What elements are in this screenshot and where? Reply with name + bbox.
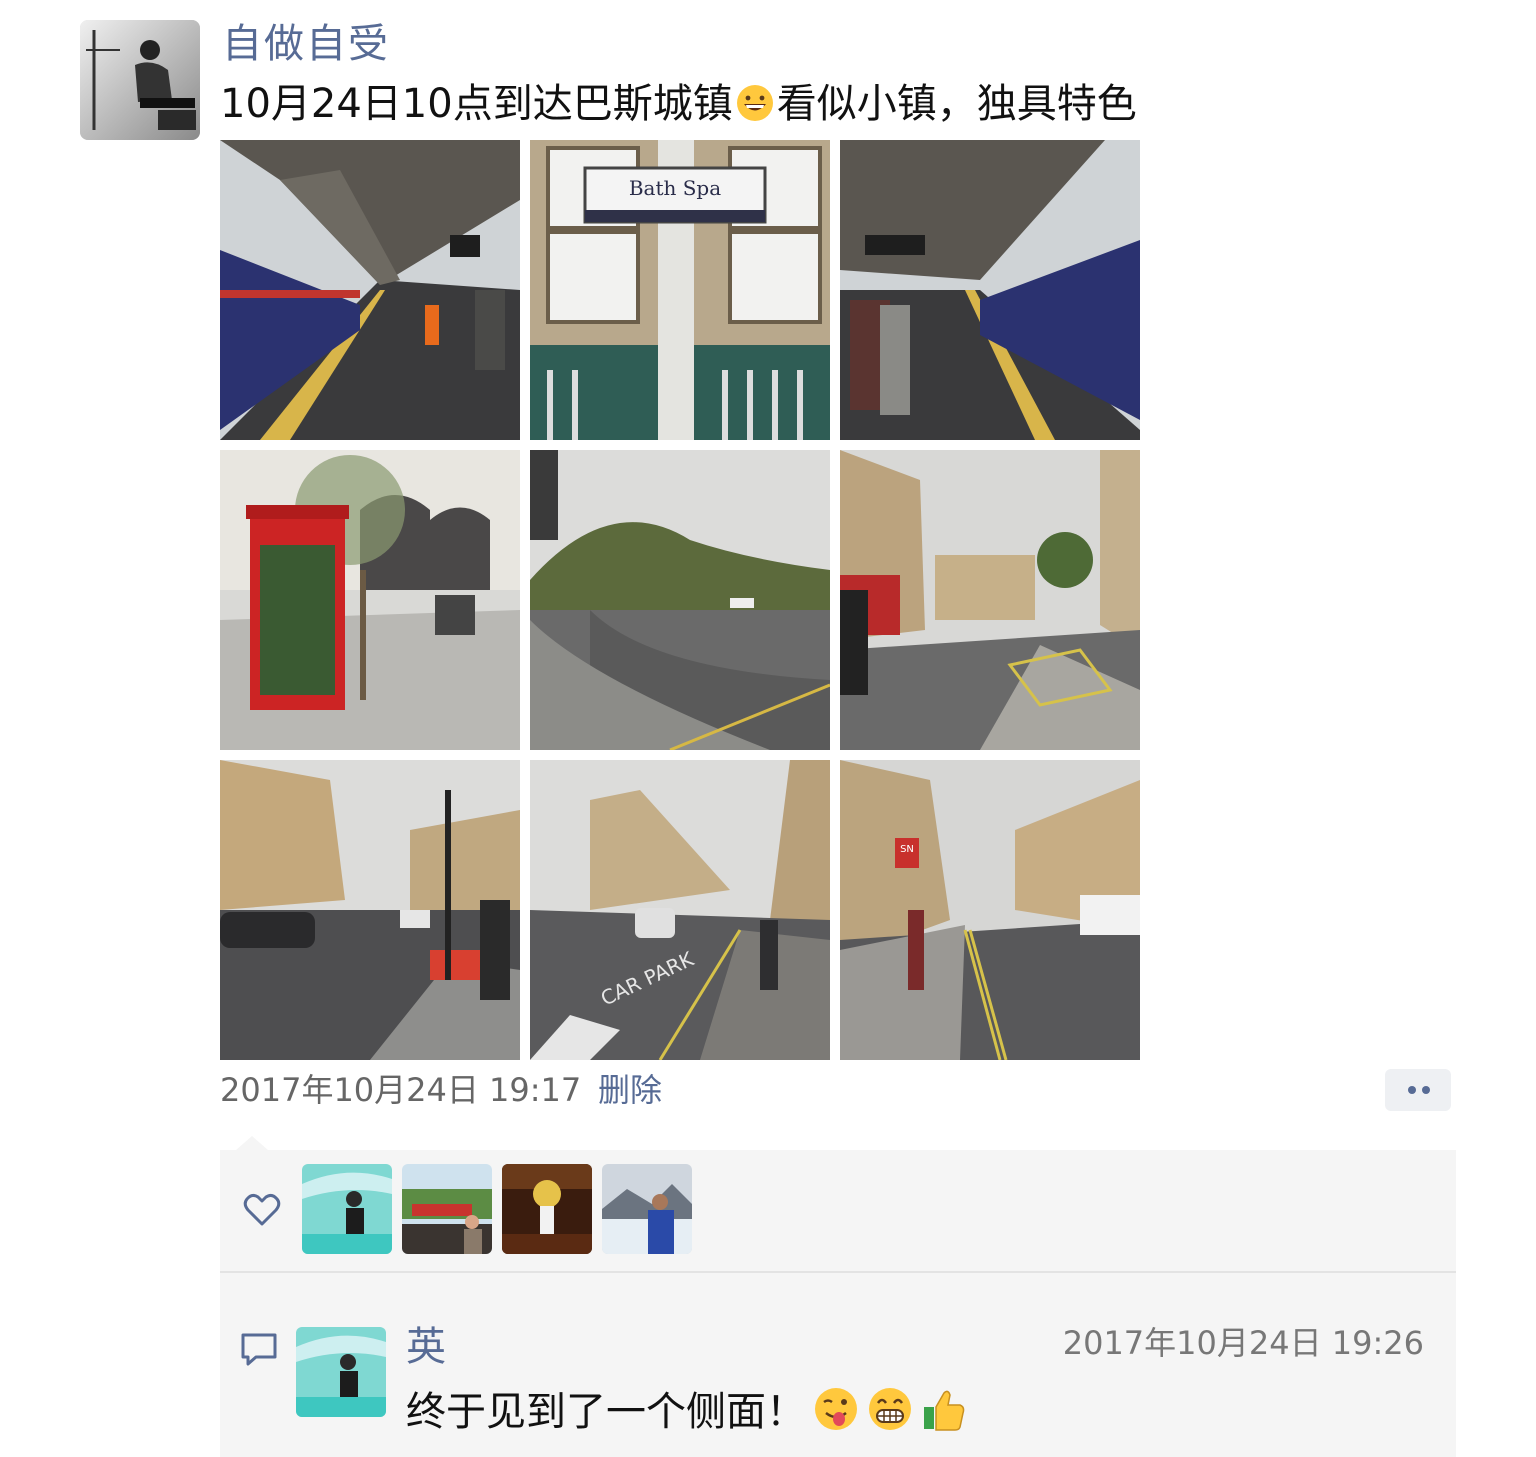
photo-1-train-platform[interactable]: [220, 140, 520, 440]
commenter-name[interactable]: 英: [406, 1321, 446, 1373]
likes-panel: [220, 1150, 1456, 1271]
panel-pointer: [236, 1136, 268, 1150]
photo-3-train-platform[interactable]: [840, 140, 1140, 440]
photo-8-car-park-road[interactable]: CAR PARK: [530, 760, 830, 1060]
post-text-part-2: 看似小镇，独具特色: [776, 81, 1137, 127]
liker-avatar-4[interactable]: [602, 1164, 692, 1254]
photo-9-long-street[interactable]: SN: [840, 760, 1140, 1060]
comment-body: 终于见到了一个侧面！: [406, 1389, 806, 1435]
thumbs-up-icon: [924, 1390, 965, 1431]
heart-icon: [243, 1193, 281, 1226]
photo-2-station-sign[interactable]: Bath Spa: [530, 140, 830, 440]
post-text: 10月24日10点到达巴斯城镇 看似小镇，独具特色: [220, 78, 1137, 130]
grinning-face-icon: [736, 85, 773, 121]
wink-tongue-icon: [815, 1388, 857, 1430]
photo-5-road-hills[interactable]: [530, 450, 830, 750]
comments-panel: 英 2017年10月24日 19:26 终于见到了一个侧面！: [220, 1273, 1456, 1457]
station-sign-text: Bath Spa: [629, 176, 721, 200]
liker-avatar-3[interactable]: [502, 1164, 592, 1254]
grin-icon: [869, 1388, 911, 1430]
photo-7-street-corner[interactable]: [220, 760, 520, 1060]
comment-text: 终于见到了一个侧面！: [406, 1385, 968, 1438]
liker-avatar-1[interactable]: [302, 1164, 392, 1254]
comment-icon: [241, 1333, 277, 1366]
liker-avatar-2[interactable]: [402, 1164, 492, 1254]
shop-sign-text: SN: [900, 844, 914, 855]
post-timestamp: 2017年10月24日 19:17: [220, 1071, 582, 1109]
more-button[interactable]: [1385, 1069, 1451, 1111]
post-author-name[interactable]: 自做自受: [222, 18, 390, 70]
delete-button[interactable]: 删除: [598, 1068, 662, 1112]
photo-6-street-buildings[interactable]: [840, 450, 1140, 750]
comment-timestamp: 2017年10月24日 19:26: [1062, 1324, 1424, 1362]
photo-grid: Bath Spa CAR PARK SN: [220, 140, 1140, 1060]
commenter-avatar[interactable]: [296, 1327, 386, 1417]
author-avatar[interactable]: [80, 20, 200, 140]
post-text-part-1: 10月24日10点到达巴斯城镇: [220, 81, 733, 127]
photo-4-phone-box[interactable]: [220, 450, 520, 750]
